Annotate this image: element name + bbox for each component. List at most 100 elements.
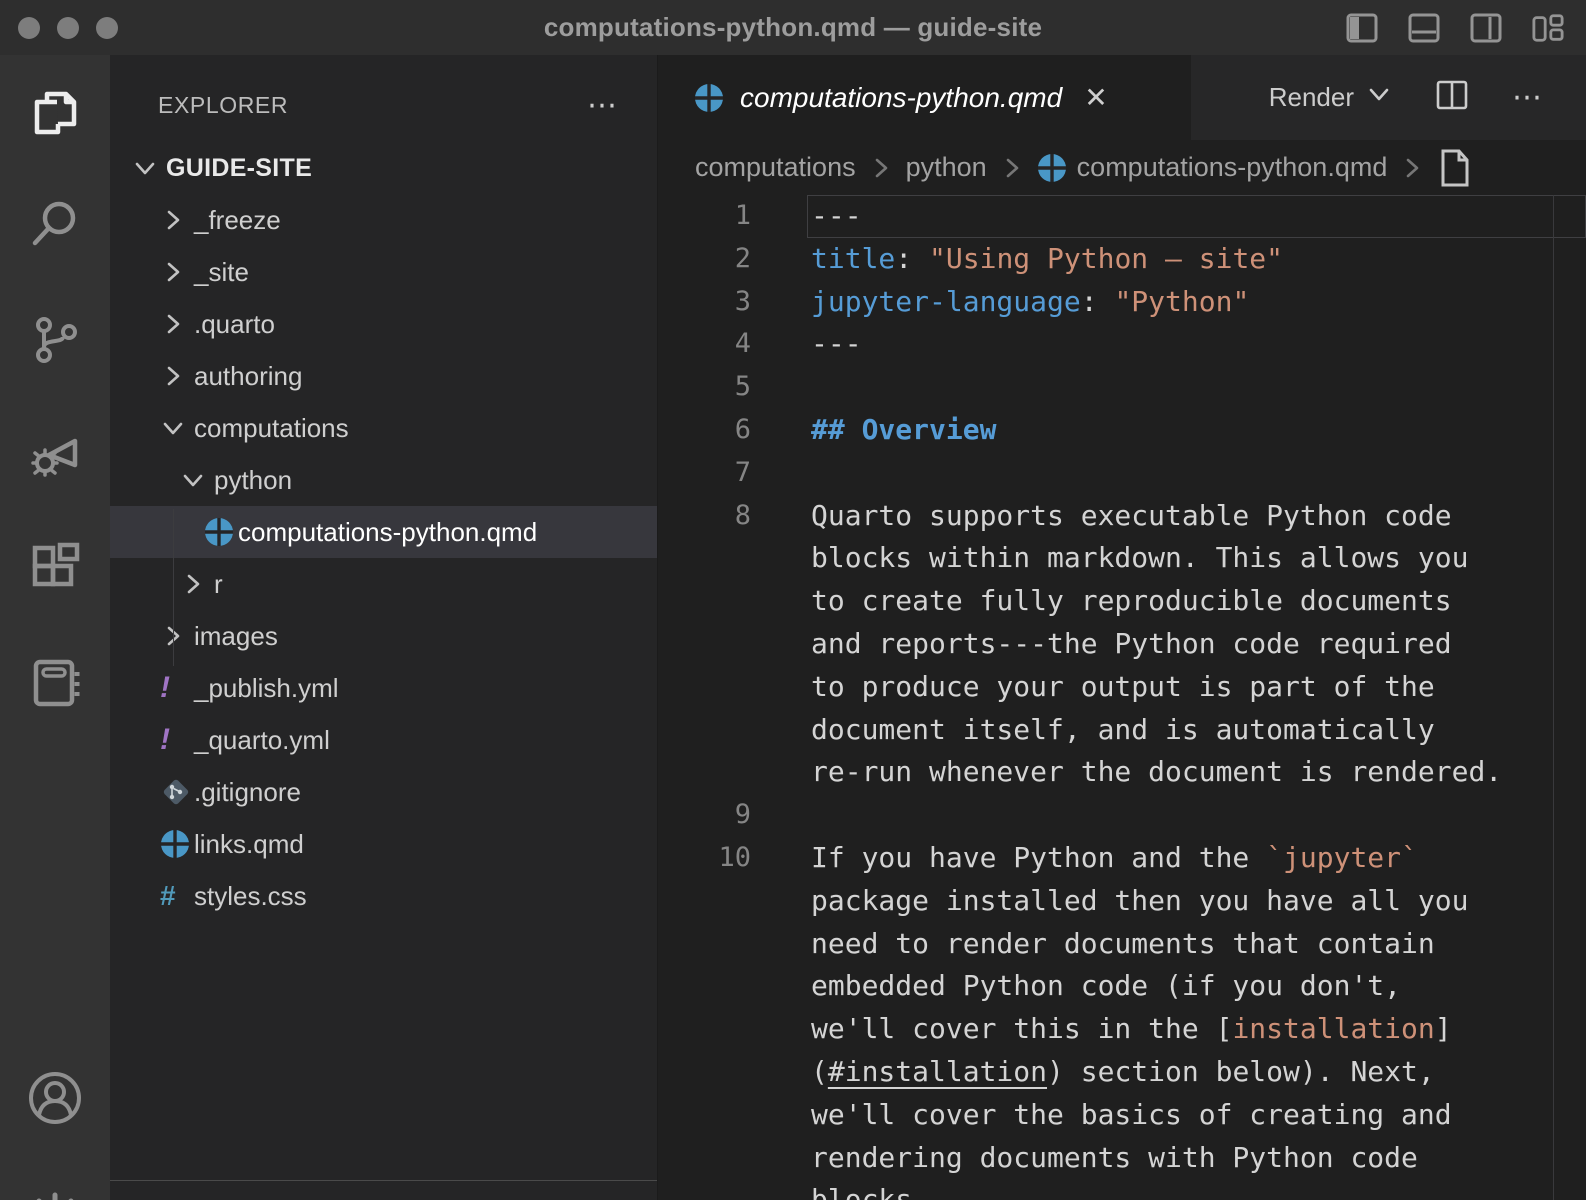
line-number — [658, 880, 811, 923]
code-line-text: Quarto supports executable Python code — [811, 495, 1586, 538]
code-line[interactable]: need to render documents that contain — [658, 923, 1586, 966]
code-line[interactable]: 8Quarto supports executable Python code — [658, 495, 1586, 538]
sidebar-more-actions-button[interactable]: ⋯ — [587, 83, 619, 127]
breadcrumb-item-computations-python-qmd[interactable]: computations-python.qmd — [1037, 152, 1388, 183]
code-line[interactable]: 3jupyter-language: "Python" — [658, 281, 1586, 324]
code-line[interactable]: blocks — [658, 1179, 1586, 1200]
code-line-text: ## Overview — [811, 409, 1586, 452]
titlebar: computations-python.qmd — guide-site — [0, 0, 1586, 55]
code-line[interactable]: blocks within markdown. This allows you — [658, 537, 1586, 580]
line-number: 10 — [658, 837, 811, 880]
tab-title: computations-python.qmd — [740, 82, 1062, 114]
chevron-right-icon — [160, 363, 194, 389]
yaml-icon: ! — [160, 673, 194, 703]
quarto-icon — [160, 829, 194, 859]
code-editor[interactable]: 1---2title: "Using Python — site"3jupyte… — [658, 195, 1586, 1200]
tree-item-label: computations-python.qmd — [238, 517, 537, 548]
tree-item-label: GUIDE-SITE — [166, 154, 312, 183]
tab-close-icon[interactable]: ✕ — [1084, 81, 1107, 114]
tree-item--gitignore[interactable]: .gitignore — [110, 766, 657, 818]
tree-item--quarto[interactable]: .quarto — [110, 298, 657, 350]
tree-item-label: r — [214, 569, 223, 600]
chevron-down-icon — [180, 467, 214, 493]
chevron-right-icon — [160, 207, 194, 233]
code-line[interactable]: (#installation) section below). Next, — [658, 1051, 1586, 1094]
tree-item-computations[interactable]: computations — [110, 402, 657, 454]
git-icon — [160, 776, 194, 808]
css-icon: # — [160, 882, 194, 910]
breadcrumb-separator-icon — [1399, 155, 1425, 181]
activitybar-account[interactable] — [0, 1072, 110, 1128]
line-number — [658, 923, 811, 966]
code-line[interactable]: and reports---the Python code required — [658, 623, 1586, 666]
breadcrumb-label: computations — [695, 152, 856, 183]
chevron-down-icon — [132, 155, 166, 181]
activitybar-extensions[interactable] — [0, 542, 110, 598]
tree-item--quarto-yml[interactable]: !_quarto.yml — [110, 714, 657, 766]
breadcrumb-item-computations[interactable]: computations — [695, 152, 856, 183]
line-number — [658, 1008, 811, 1051]
tree-item-python[interactable]: python — [110, 454, 657, 506]
editor-group: computations-python.qmd ✕ Render ⋯ compu… — [657, 55, 1586, 1200]
customize-layout-icon[interactable] — [1532, 13, 1564, 43]
line-number: 5 — [658, 366, 811, 409]
activitybar-settings[interactable] — [0, 1191, 110, 1200]
split-editor-button[interactable] — [1436, 80, 1468, 115]
tree-item--publish-yml[interactable]: !_publish.yml — [110, 662, 657, 714]
code-line[interactable]: we'll cover this in the [installation] — [658, 1008, 1586, 1051]
line-number: 7 — [658, 452, 811, 495]
tree-item-authoring[interactable]: authoring — [110, 350, 657, 402]
activitybar-run-and-debug[interactable] — [0, 427, 110, 483]
code-line[interactable]: we'll cover the basics of creating and — [658, 1094, 1586, 1137]
tab-computations-python[interactable]: computations-python.qmd ✕ — [658, 55, 1191, 140]
code-line-text: to produce your output is part of the — [811, 666, 1586, 709]
tree-item-label: links.qmd — [194, 829, 304, 860]
breadcrumb-item-file[interactable] — [1437, 148, 1473, 188]
files-icon — [29, 87, 81, 144]
activitybar-explorer[interactable] — [0, 87, 110, 143]
code-line[interactable]: 5 — [658, 366, 1586, 409]
toggle-primary-sidebar-icon[interactable] — [1346, 13, 1378, 43]
code-line[interactable]: 10If you have Python and the `jupyter` — [658, 837, 1586, 880]
code-line[interactable]: re-run whenever the document is rendered… — [658, 751, 1586, 794]
line-number: 2 — [658, 238, 811, 281]
activitybar-source-control[interactable] — [0, 314, 110, 370]
line-number — [658, 580, 811, 623]
tree-item--site[interactable]: _site — [110, 246, 657, 298]
outline-section: OUTLINE — [110, 1180, 657, 1200]
render-button[interactable]: Render — [1269, 81, 1392, 114]
code-line[interactable]: document itself, and is automatically — [658, 709, 1586, 752]
outline-section-header[interactable]: OUTLINE — [110, 1189, 273, 1200]
line-number — [658, 537, 811, 580]
tree-item-links-qmd[interactable]: links.qmd — [110, 818, 657, 870]
editor-more-actions-button[interactable]: ⋯ — [1512, 80, 1544, 115]
code-line[interactable]: to produce your output is part of the — [658, 666, 1586, 709]
toggle-panel-icon[interactable] — [1408, 13, 1440, 43]
code-line-text: blocks — [811, 1179, 1586, 1200]
tree-item-r[interactable]: r — [110, 558, 657, 610]
breadcrumb-item-python[interactable]: python — [906, 152, 987, 183]
tree-item-images[interactable]: images — [110, 610, 657, 662]
code-line[interactable]: 6## Overview — [658, 409, 1586, 452]
code-line[interactable]: 2title: "Using Python — site" — [658, 238, 1586, 281]
code-line[interactable]: embedded Python code (if you don't, — [658, 965, 1586, 1008]
code-line[interactable]: package installed then you have all you — [658, 880, 1586, 923]
code-line[interactable]: to create fully reproducible documents — [658, 580, 1586, 623]
code-line[interactable]: 1--- — [658, 195, 1586, 238]
tree-item--freeze[interactable]: _freeze — [110, 194, 657, 246]
activitybar-search[interactable] — [0, 197, 110, 253]
tree-item-styles-css[interactable]: #styles.css — [110, 870, 657, 922]
tree-item-computations-python-qmd[interactable]: computations-python.qmd — [110, 506, 657, 558]
code-line[interactable]: rendering documents with Python code — [658, 1137, 1586, 1180]
search-icon — [29, 197, 81, 254]
code-line[interactable]: 4--- — [658, 323, 1586, 366]
code-line[interactable]: 9 — [658, 794, 1586, 837]
toggle-secondary-sidebar-icon[interactable] — [1470, 13, 1502, 43]
tree-item-guide-site[interactable]: GUIDE-SITE — [110, 142, 657, 194]
line-number — [658, 1137, 811, 1180]
layout-controls — [1346, 0, 1564, 55]
chevron-right-icon — [160, 259, 194, 285]
tree-item-label: _freeze — [194, 205, 281, 236]
code-line[interactable]: 7 — [658, 452, 1586, 495]
activitybar-notebook[interactable] — [0, 657, 110, 713]
